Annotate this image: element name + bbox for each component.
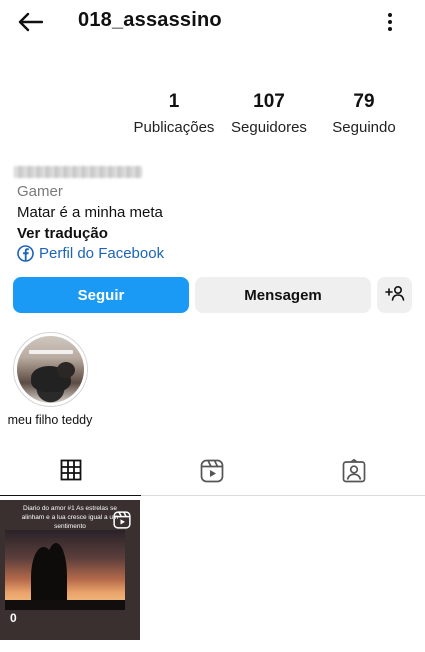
post-sunset-image xyxy=(5,530,125,610)
blurred-display-name xyxy=(14,166,142,178)
reels-icon xyxy=(200,459,224,488)
top-bar: 018_assassino xyxy=(0,0,425,44)
following-count-label: Seguindo xyxy=(332,119,396,136)
profile-username: 018_assassino xyxy=(78,9,222,31)
tab-reels[interactable] xyxy=(141,450,282,496)
see-translation-link[interactable]: Ver tradução xyxy=(17,225,108,242)
posts-count-value: 1 xyxy=(168,91,180,112)
profile-avatar[interactable] xyxy=(14,72,114,172)
story-highlight[interactable] xyxy=(13,332,88,407)
followers-count[interactable]: 107 Seguidores xyxy=(224,90,314,139)
story-highlight-label: meu filho teddy xyxy=(7,413,93,427)
following-count[interactable]: 79 Seguindo xyxy=(322,90,406,139)
tagged-icon xyxy=(342,458,366,488)
more-options-icon[interactable] xyxy=(378,8,402,36)
follow-button[interactable]: Seguir xyxy=(13,277,189,313)
reel-indicator-icon xyxy=(112,510,132,530)
message-button[interactable]: Mensagem xyxy=(195,277,371,313)
tab-posts-grid[interactable] xyxy=(0,450,141,496)
followers-count-value: 107 xyxy=(253,91,285,112)
facebook-profile-label: Perfil do Facebook xyxy=(39,245,165,262)
profile-category: Gamer xyxy=(17,183,63,200)
profile-content-tabs xyxy=(0,450,425,496)
back-arrow-icon[interactable] xyxy=(14,8,46,36)
followers-count-label: Seguidores xyxy=(231,119,307,136)
profile-bio: Matar é a minha meta xyxy=(17,204,163,221)
following-count-value: 79 xyxy=(353,91,375,112)
grid-icon xyxy=(60,459,82,486)
suggested-users-button[interactable] xyxy=(377,277,412,313)
post-overlay-text: Diario do amor #1 As estrelas se alinham… xyxy=(21,505,119,530)
facebook-icon xyxy=(17,245,34,262)
post-thumbnail[interactable]: Diario do amor #1 As estrelas se alinham… xyxy=(0,500,140,640)
post-view-count: 0 xyxy=(10,611,17,625)
tab-tagged[interactable] xyxy=(283,450,424,496)
facebook-profile-link[interactable]: Perfil do Facebook xyxy=(17,245,164,262)
add-person-icon xyxy=(384,285,405,305)
posts-count: 1 Publicações xyxy=(128,90,220,139)
highlight-cover-image xyxy=(17,336,84,403)
posts-count-label: Publicações xyxy=(133,119,215,136)
